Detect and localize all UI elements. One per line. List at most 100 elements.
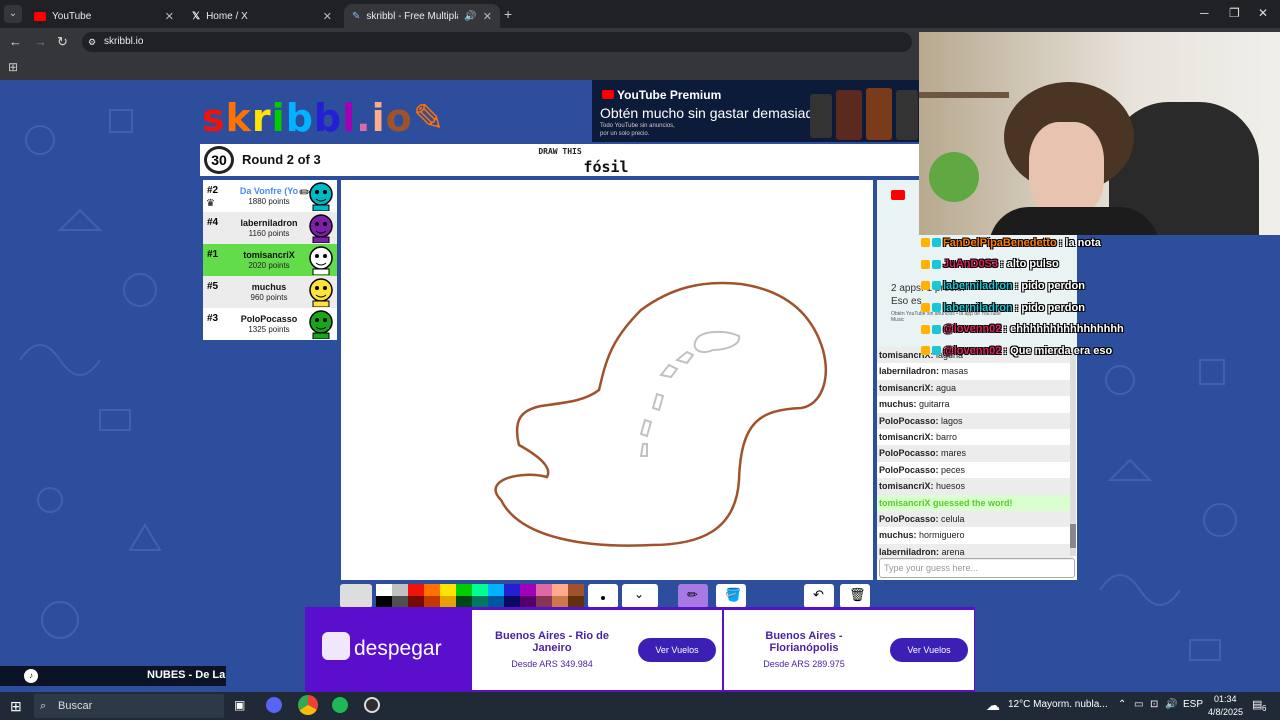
cam-plush <box>929 152 979 202</box>
close-icon[interactable]: ✕ <box>165 10 174 23</box>
bucket-icon: 🪣 <box>725 587 742 602</box>
obs-icon[interactable] <box>364 697 380 713</box>
drawing-canvas[interactable] <box>341 180 873 580</box>
player-points: 2020 points <box>248 261 290 270</box>
color-swatch[interactable] <box>504 584 520 596</box>
discord-icon[interactable] <box>266 697 282 713</box>
reload-button[interactable]: ↻ <box>57 34 68 50</box>
weather-text[interactable]: 12°C Mayorm. nubla... <box>1008 699 1108 710</box>
crown-icon: ♛ <box>206 198 215 209</box>
network-icon[interactable]: ▭ <box>1134 699 1143 710</box>
taskbar-search[interactable]: ⌕ Buscar <box>34 694 224 718</box>
close-window-button[interactable]: ✕ <box>1258 6 1268 20</box>
ver-vuelos-button[interactable]: Ver Vuelos <box>890 638 968 662</box>
site-info-icon[interactable]: ⚙ <box>88 32 96 52</box>
scrollbar-thumb[interactable] <box>1070 524 1076 548</box>
chrome-icon[interactable] <box>298 695 318 715</box>
color-swatch[interactable] <box>472 584 488 596</box>
url-text: skribbl.io <box>104 36 144 47</box>
language-indicator[interactable]: ESP <box>1183 699 1203 710</box>
tab-youtube[interactable]: YouTube ✕ <box>26 4 182 28</box>
color-swatch[interactable] <box>488 584 504 596</box>
url-input[interactable]: ⚙ skribbl.io <box>82 32 912 52</box>
brush-size-button[interactable] <box>588 584 618 608</box>
brush-tool-button[interactable]: ✏ <box>678 584 708 608</box>
chat-text: peces <box>941 464 966 475</box>
player-rank: #4 <box>207 217 219 228</box>
tab-skribbl[interactable]: ✎ skribbl - Free Multiplayer D 🔊 ✕ <box>344 4 500 28</box>
despegar-ad[interactable]: despegar Buenos Aires - Rio de Janeiro D… <box>305 607 975 692</box>
overlay-username: @lovenn02 <box>943 344 1002 357</box>
youtube-premium-ad[interactable]: YouTube Premium Obtén mucho sin gastar d… <box>592 80 920 142</box>
notification-icon[interactable]: ▤ <box>1252 698 1262 711</box>
stream-chat-overlay: FanDelPipaBenedetto: la nota JuAnD0S3: al… <box>921 232 1181 362</box>
clear-button[interactable]: 🗑 <box>840 584 870 608</box>
player-row[interactable]: #2 Da Vonfre (Yo 1880 points ✏ ♛ <box>203 180 337 212</box>
deal-card: Buenos Aires - Florianópolis Desde ARS 2… <box>724 610 974 690</box>
color-swatch[interactable] <box>568 584 584 596</box>
dropdown-button[interactable]: ⌄ <box>622 584 658 608</box>
deal-price: Desde ARS 289.975 <box>763 659 845 669</box>
ad-phone-image <box>836 90 862 140</box>
apps-icon[interactable]: ⊞ <box>8 60 18 74</box>
color-swatch[interactable] <box>456 584 472 596</box>
ver-vuelos-button[interactable]: Ver Vuelos <box>638 638 716 662</box>
forward-button[interactable]: → <box>34 34 47 49</box>
chat-username: PoloPocasso <box>879 464 936 475</box>
color-swatch[interactable] <box>408 584 424 596</box>
undo-button[interactable]: ↶ <box>804 584 834 608</box>
chat-messages: tomisancriX: lagunalaberniladron: masast… <box>877 347 1073 561</box>
dot-icon <box>601 596 605 600</box>
back-button[interactable]: ← <box>9 34 22 49</box>
close-icon[interactable]: ✕ <box>323 10 332 23</box>
chevron-down-icon: ⌄ <box>634 587 645 601</box>
player-name: laberniladron <box>240 218 298 228</box>
color-swatch[interactable] <box>376 584 392 596</box>
restore-button[interactable]: ❐ <box>1229 6 1240 20</box>
minimize-button[interactable]: ─ <box>1200 6 1209 20</box>
clock-date[interactable]: 4/8/2025 <box>1208 707 1243 717</box>
tab-search-button[interactable]: ⌄ <box>4 5 22 23</box>
fill-tool-button[interactable]: 🪣 <box>716 584 746 608</box>
tab-title: YouTube <box>52 10 92 22</box>
deal-route: Buenos Aires - Rio de Janeiro <box>495 630 609 654</box>
youtube-icon <box>34 11 46 21</box>
windows-start-icon[interactable]: ⊞ <box>10 698 22 715</box>
overlay-username: FanDelPipaBenedetto <box>943 236 1057 249</box>
clock-time[interactable]: 01:34 <box>1214 694 1237 704</box>
chat-scrollbar[interactable] <box>1070 348 1076 556</box>
overlay-text: : pido perdon <box>1014 301 1085 314</box>
chat-username: tomisancriX <box>879 382 931 393</box>
skribbl-icon: ✎ <box>352 10 361 22</box>
color-swatch[interactable] <box>440 584 456 596</box>
player-row[interactable]: #5 muchus 960 points <box>203 276 337 308</box>
player-row[interactable]: #3 PoloPocasso 1325 points <box>203 308 337 340</box>
overlay-chat-message: FanDelPipaBenedetto: la nota <box>921 232 1181 254</box>
color-swatch[interactable] <box>392 584 408 596</box>
color-swatch[interactable] <box>520 584 536 596</box>
current-color-swatch[interactable] <box>340 584 372 608</box>
search-label: Buscar <box>58 700 93 712</box>
volume-icon[interactable]: 🔊 <box>1165 699 1177 710</box>
tab-x[interactable]: 𝕏 Home / X ✕ <box>184 4 340 28</box>
player-name: muchus <box>251 282 287 292</box>
chevron-up-icon[interactable]: ⌃ <box>1118 699 1126 710</box>
guess-input[interactable]: Type your guess here... <box>879 558 1075 578</box>
device-icon[interactable]: ⊡ <box>1150 699 1158 710</box>
spotify-icon[interactable] <box>332 697 348 713</box>
weather-icon: ☁ <box>986 697 1000 713</box>
color-swatch[interactable] <box>424 584 440 596</box>
badge-icon <box>921 324 930 334</box>
badge-icon <box>932 281 941 291</box>
color-swatch[interactable] <box>536 584 552 596</box>
speaker-icon[interactable]: 🔊 <box>464 11 476 22</box>
close-icon[interactable]: ✕ <box>483 10 492 23</box>
new-tab-button[interactable]: + <box>504 6 512 22</box>
color-swatch[interactable] <box>552 584 568 596</box>
notification-count: 6 <box>1262 704 1267 713</box>
cam-person-body <box>989 207 1159 235</box>
player-row[interactable]: #4 laberniladron 1160 points <box>203 212 337 244</box>
player-row[interactable]: #1 tomisancriX 2020 points <box>203 244 337 276</box>
task-view-icon[interactable]: ▣ <box>234 698 245 712</box>
chat-username: tomisancriX <box>879 481 931 492</box>
